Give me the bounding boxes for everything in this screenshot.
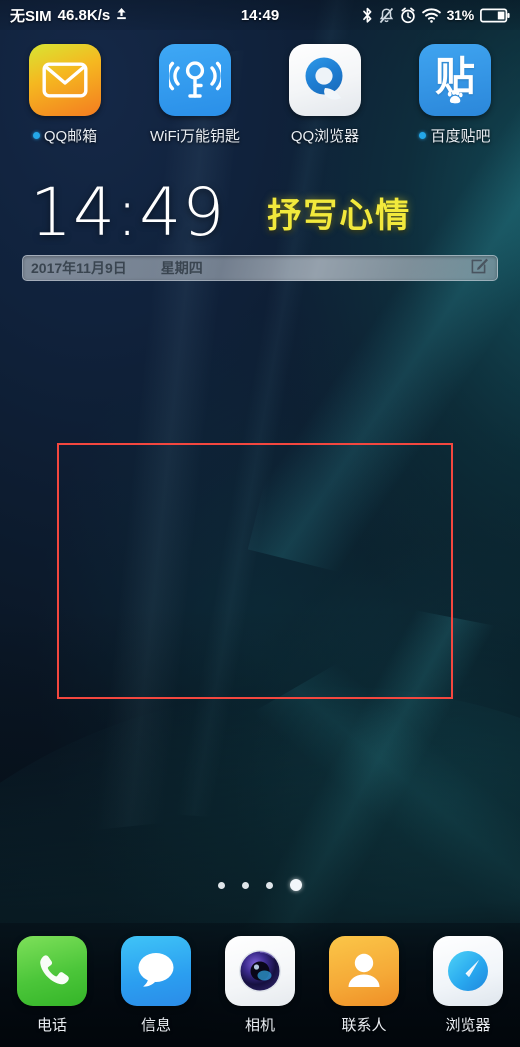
phone-icon[interactable]: [17, 935, 87, 1006]
app-label-qq-browser: QQ浏览器: [290, 128, 360, 145]
clock-time: 14:49: [30, 174, 226, 251]
app-label-baidu-tieba: 百度贴吧: [430, 128, 491, 145]
dock-label-camera: 相机: [244, 1016, 275, 1034]
dock-label-phone: 电话: [36, 1016, 67, 1034]
app-wifi-master-key[interactable]: WiFi万能钥匙: [130, 44, 260, 146]
bluetooth-icon: [362, 7, 373, 24]
page-indicator[interactable]: [0, 879, 520, 891]
app-label-wrap: QQ邮箱: [32, 125, 98, 146]
network-speed-label: 46.8K/s: [57, 6, 111, 24]
dock-app-phone[interactable]: 电话: [0, 935, 104, 1035]
baidu-paw-icon: [447, 90, 464, 109]
weekday-label: 星期四: [160, 259, 203, 276]
dock-label-browser: 浏览器: [445, 1016, 491, 1034]
contacts-person-icon[interactable]: [329, 935, 399, 1006]
wifi-master-key-icon[interactable]: [159, 44, 231, 116]
new-app-dot-icon: [419, 132, 427, 139]
edit-pencil-icon[interactable]: [471, 256, 489, 279]
alarm-clock-icon: [400, 7, 416, 24]
upload-arrow-icon: [116, 7, 127, 24]
camera-lens-icon[interactable]: [225, 935, 295, 1006]
new-app-dot-icon: [32, 132, 40, 139]
app-label-qq-mail: QQ邮箱: [43, 128, 98, 145]
phone-home-screen: 无SIM 46.8K/s 14:49 31% QQ邮箱 WiFi万能钥匙 QQ浏…: [0, 0, 520, 1047]
dock-label-messages: 信息: [140, 1016, 171, 1034]
qq-browser-icon[interactable]: [289, 44, 361, 116]
wifi-icon: [421, 7, 441, 23]
app-label-wrap-tieba: 百度贴吧: [419, 125, 491, 146]
app-label-wifi-master-key: WiFi万能钥匙: [150, 128, 240, 145]
date-label: 2017年11月9日: [31, 259, 127, 276]
clock-slogan[interactable]: 抒写心情: [267, 188, 411, 237]
app-baidu-tieba[interactable]: 贴 百度贴吧: [390, 44, 520, 146]
dock-label-contacts: 联系人: [341, 1016, 387, 1034]
qq-mail-icon[interactable]: [29, 44, 101, 116]
battery-percent-label: 31%: [446, 7, 475, 23]
carrier-label: 无SIM: [10, 7, 52, 25]
dock-app-contacts[interactable]: 联系人: [312, 935, 416, 1035]
browser-compass-icon[interactable]: [433, 935, 503, 1006]
date-bar[interactable]: 2017年11月9日 星期四: [22, 254, 498, 281]
battery-icon: [480, 8, 510, 23]
status-bar[interactable]: 无SIM 46.8K/s 14:49 31%: [0, 0, 520, 30]
clock-row: 14:49 抒写心情: [0, 174, 520, 251]
app-grid: QQ邮箱 WiFi万能钥匙 QQ浏览器 贴 百度贴吧: [0, 44, 520, 146]
page-dot-4-active[interactable]: [290, 879, 302, 891]
messages-bubble-icon[interactable]: [121, 935, 191, 1006]
dock-app-messages[interactable]: 信息: [104, 935, 208, 1035]
baidu-tieba-icon[interactable]: 贴: [419, 44, 491, 116]
page-dot-1[interactable]: [218, 881, 225, 889]
page-dot-2[interactable]: [242, 881, 249, 889]
app-qq-browser[interactable]: QQ浏览器: [260, 44, 390, 146]
status-bar-right: 31%: [362, 7, 510, 24]
app-qq-mail[interactable]: QQ邮箱: [0, 44, 130, 146]
page-dot-3[interactable]: [266, 881, 273, 889]
dock-app-camera[interactable]: 相机: [208, 935, 312, 1035]
clock-widget[interactable]: 14:49 抒写心情 2017年11月9日 星期四: [0, 174, 520, 281]
dock-app-browser[interactable]: 浏览器: [416, 935, 520, 1035]
dock: 电话 信息 相机 联系人 浏览器: [0, 923, 520, 1047]
bell-muted-icon: [379, 7, 394, 24]
status-bar-left: 无SIM 46.8K/s: [10, 5, 127, 26]
